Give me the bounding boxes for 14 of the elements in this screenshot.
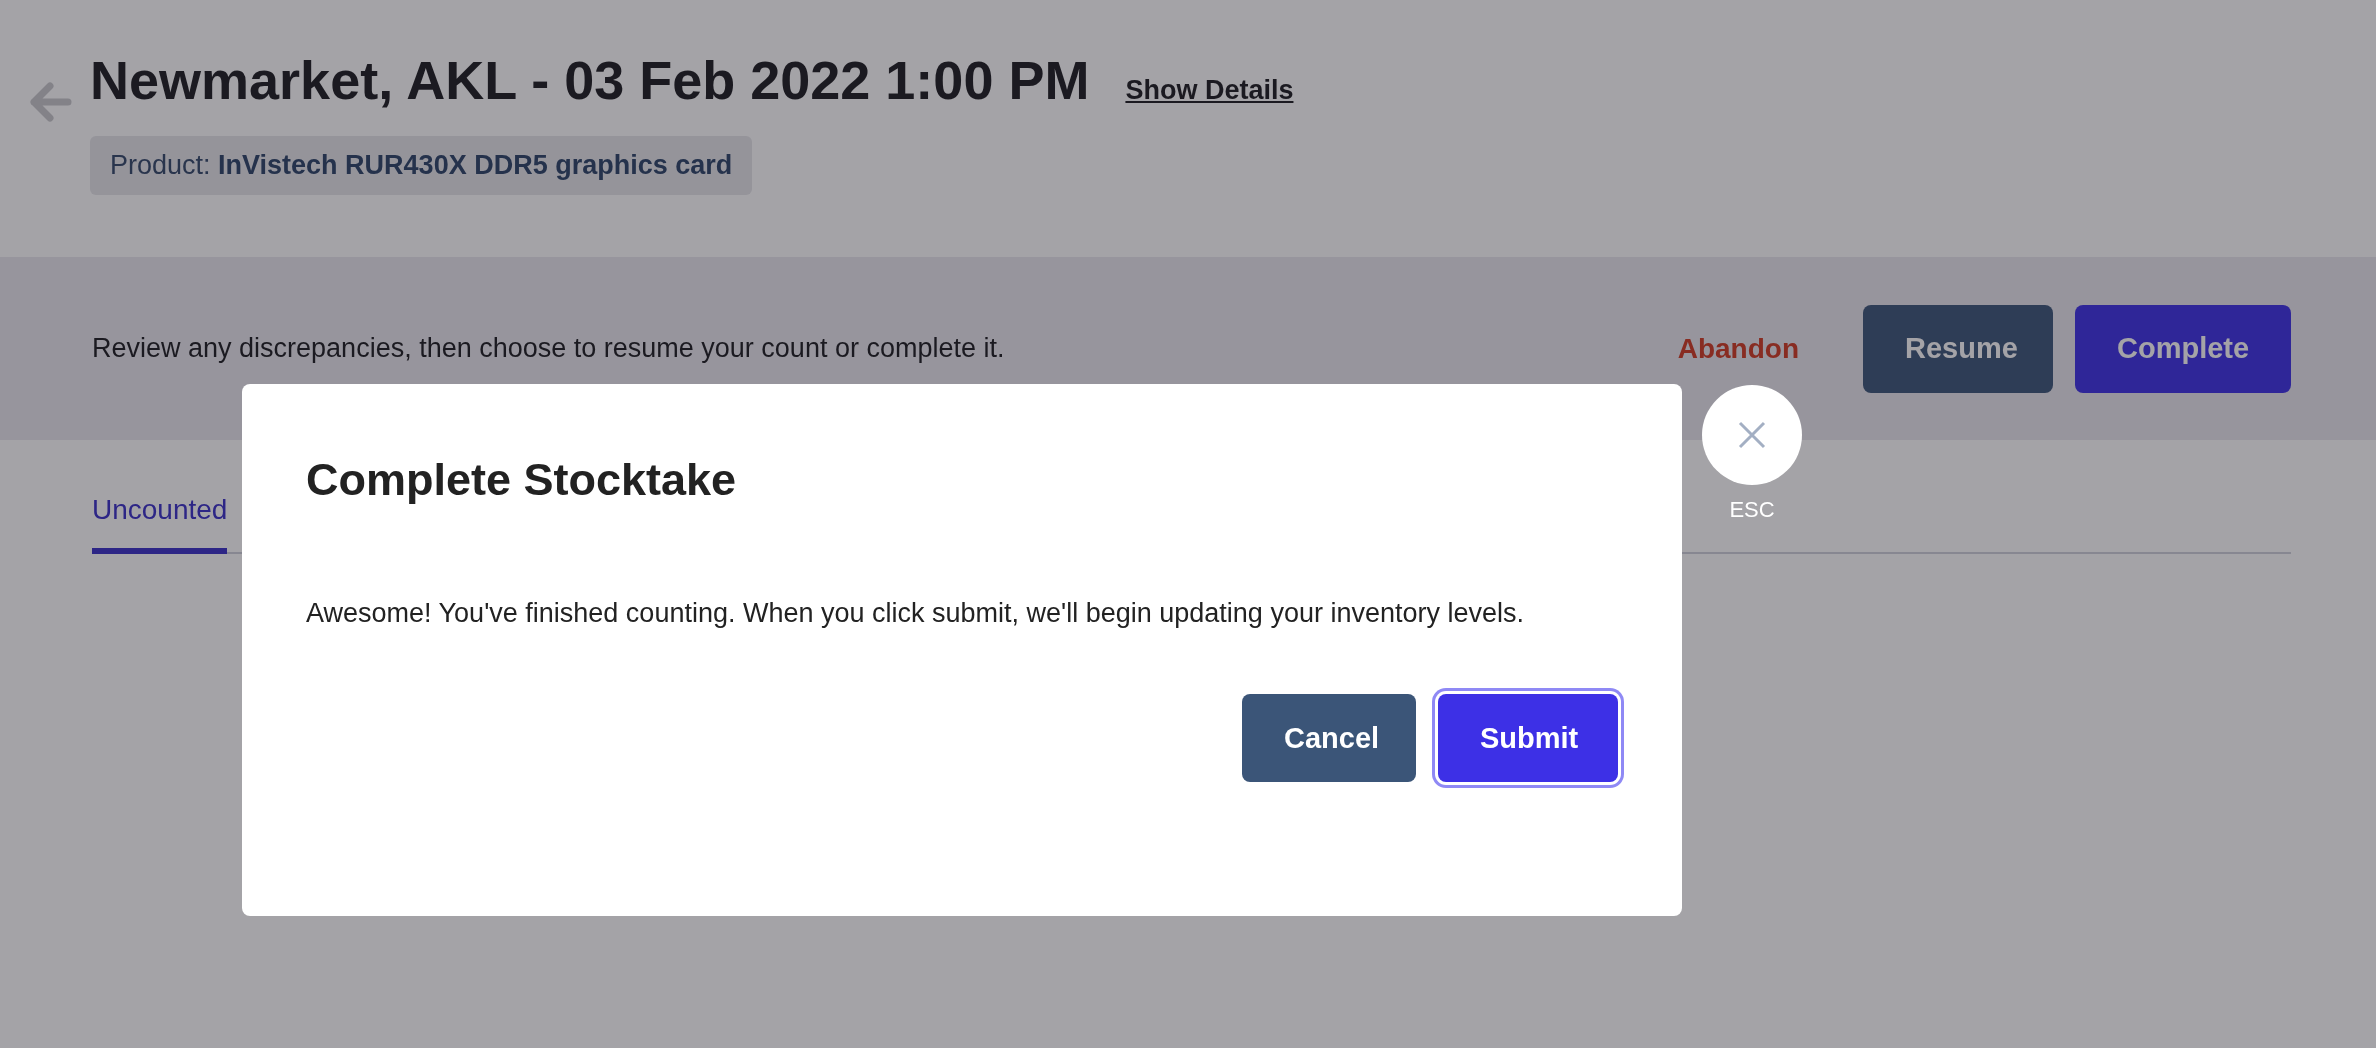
dialog-message: Awesome! You've finished counting. When you click submit, we'll begin updating your inventory levels. bbox=[306, 597, 1525, 630]
primary-button[interactable]: Complete bbox=[2075, 304, 2291, 393]
instruction-text: Review any discrepancies, then choose to resume your count or complete it. bbox=[92, 333, 1006, 364]
dialog-title: Complete Stocktake bbox=[306, 454, 738, 506]
show-details-link[interactable]: Show Details bbox=[1125, 75, 1294, 106]
page-title: Newmarket, AKL - 03 Feb 2022 1:00 PM bbox=[90, 49, 1090, 112]
secondary-button[interactable]: Resume bbox=[1863, 304, 2053, 393]
esc-hint: ESC bbox=[1729, 497, 1775, 523]
close-icon bbox=[1737, 420, 1767, 450]
secondary-button[interactable]: Cancel bbox=[1242, 694, 1416, 782]
abandon-link[interactable]: Abandon bbox=[1677, 332, 1799, 365]
product-tag: Product: InVistech RUR430X DDR5 graphics card bbox=[90, 136, 753, 195]
back-arrow-icon[interactable] bbox=[28, 82, 72, 122]
tab[interactable]: Uncounted bbox=[92, 494, 228, 554]
